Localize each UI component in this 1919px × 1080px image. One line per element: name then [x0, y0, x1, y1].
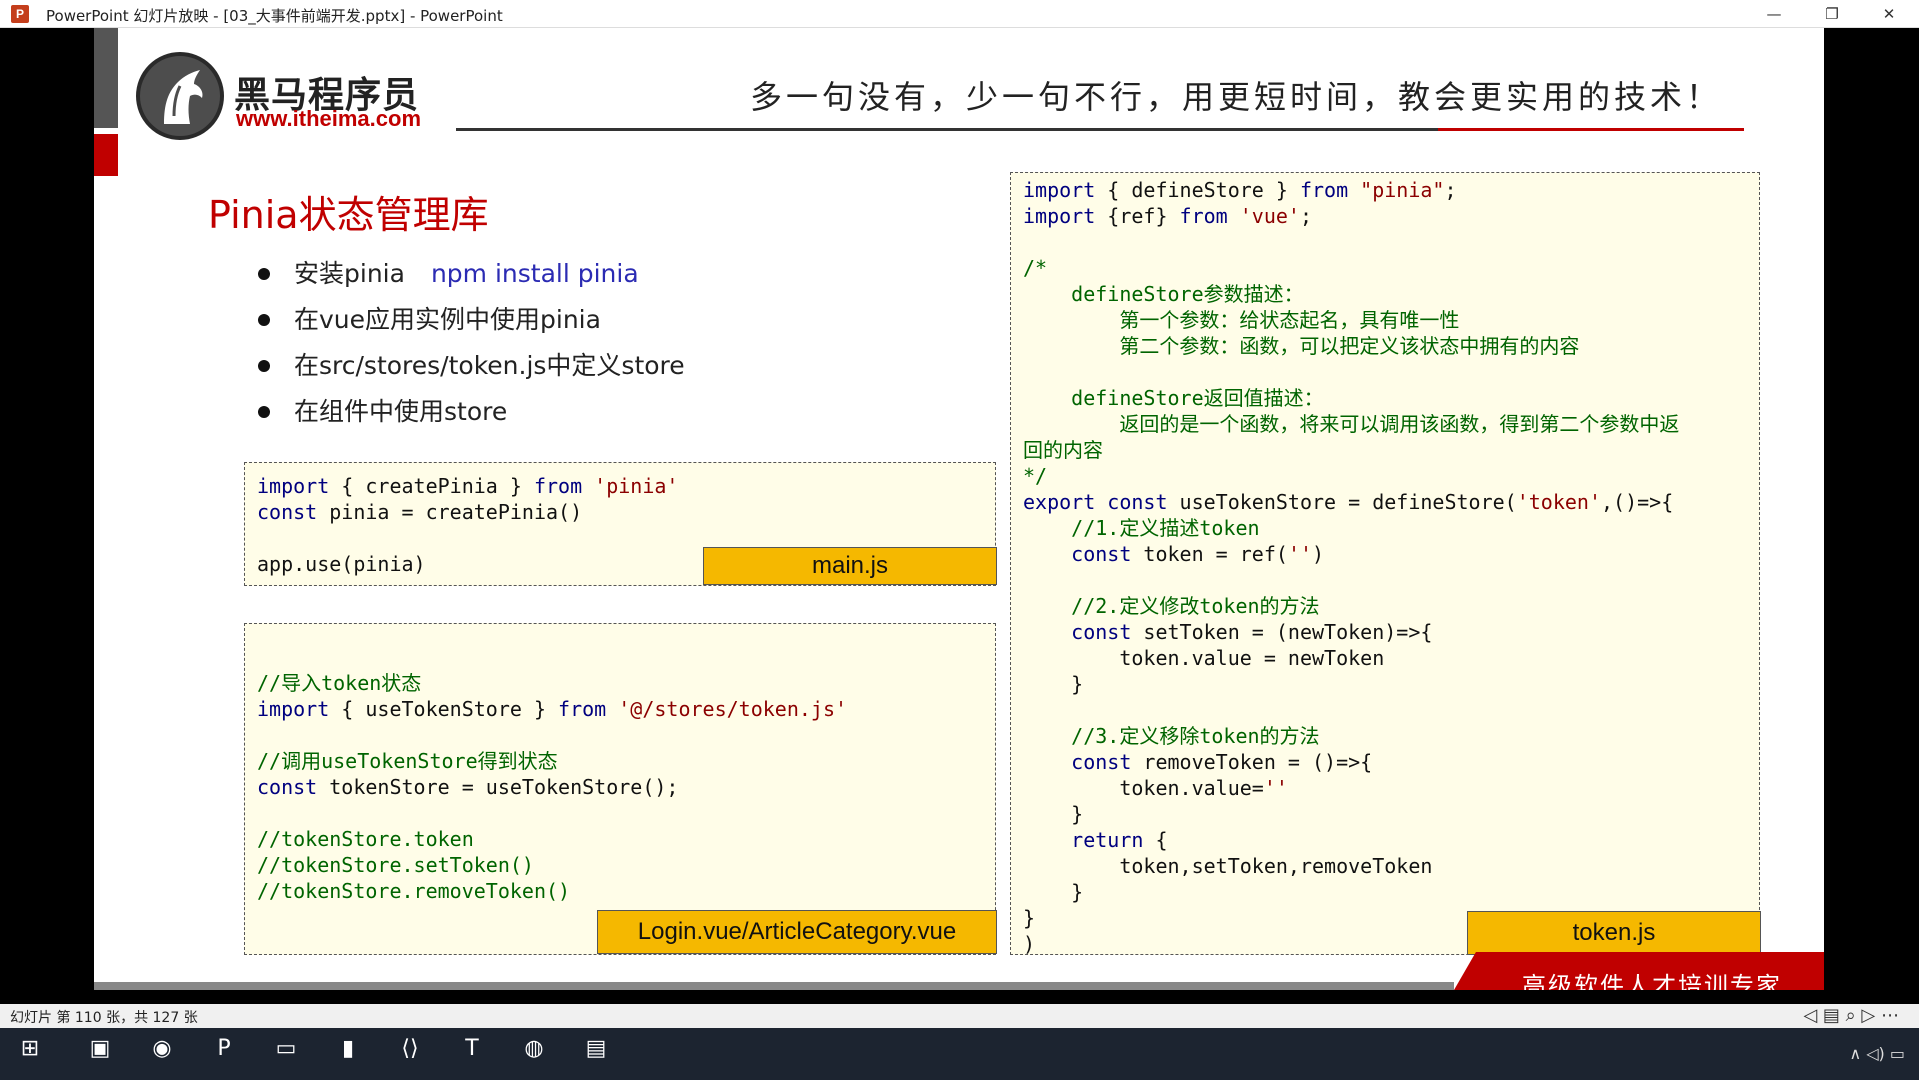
- install-command: npm install pinia: [430, 259, 639, 288]
- footer-bar: [94, 982, 1454, 990]
- system-tray[interactable]: ∧ ◁) ▭: [1849, 1044, 1905, 1063]
- taskbar-app-icon[interactable]: ▭: [266, 1036, 306, 1072]
- taskbar-app-icon[interactable]: ▣: [80, 1036, 120, 1072]
- login-vue-file-label: Login.vue/ArticleCategory.vue: [597, 910, 997, 954]
- bullet-dot-icon: [258, 360, 270, 372]
- powerpoint-icon: P: [11, 5, 29, 23]
- slide-accent-gray: [94, 28, 118, 128]
- logo-url: www.itheima.com: [236, 106, 422, 131]
- start-icon[interactable]: ⊞: [10, 1036, 50, 1072]
- close-button[interactable]: ✕: [1866, 0, 1912, 28]
- taskbar-app-icon[interactable]: T: [452, 1036, 492, 1072]
- login-vue-code: //导入token状态 import { useTokenStore } fro…: [257, 671, 848, 903]
- bullet-dot-icon: [258, 268, 270, 280]
- bullet-text: 在vue应用实例中使用pinia: [294, 305, 601, 334]
- main-js-file-label: main.js: [703, 547, 997, 585]
- main-js-code: import { createPinia } from 'pinia' cons…: [257, 474, 679, 576]
- taskbar: ⊞ ▣ ◉ P ▭ ▮ ⟨⟩ T ◍ ▤ ∧ ◁) ▭: [0, 1028, 1919, 1080]
- token-js-file-label: token.js: [1467, 911, 1761, 955]
- token-js-code: import { defineStore } from "pinia"; imp…: [1023, 178, 1680, 956]
- bullet-item: 在vue应用实例中使用pinia: [258, 300, 685, 346]
- taskbar-app-icon[interactable]: ▮: [328, 1036, 368, 1072]
- taskbar-app-icon[interactable]: P: [204, 1036, 244, 1072]
- bullet-text: 安装pinia: [294, 259, 405, 288]
- login-vue-code-box: //导入token状态 import { useTokenStore } fro…: [244, 623, 997, 955]
- header-slogan: 多一句没有，少一句不行，用更短时间，教会更实用的技术！: [750, 78, 1723, 116]
- header-divider-accent: [1438, 128, 1744, 131]
- footer-slogan: 高级软件人才培训专家: [1522, 972, 1782, 990]
- main-js-code-box: import { createPinia } from 'pinia' cons…: [244, 462, 997, 586]
- window-titlebar: P PowerPoint 幻灯片放映 - [03_大事件前端开发.pptx] -…: [0, 0, 1919, 28]
- taskbar-app-icon[interactable]: ◉: [142, 1036, 182, 1072]
- window-title: PowerPoint 幻灯片放映 - [03_大事件前端开发.pptx] - P…: [46, 7, 503, 25]
- bullet-item: 在src/stores/token.js中定义store: [258, 346, 685, 392]
- taskbar-app-icon[interactable]: ◍: [514, 1036, 554, 1072]
- bullet-list: 安装pinia npm install pinia 在vue应用实例中使用pini…: [258, 254, 685, 438]
- bullet-dot-icon: [258, 314, 270, 326]
- logo-icon: [136, 52, 224, 140]
- minimize-button[interactable]: —: [1751, 0, 1797, 28]
- bullet-item: 安装pinia npm install pinia: [258, 254, 685, 300]
- horse-icon: [164, 70, 203, 124]
- bullet-text: 在src/stores/token.js中定义store: [294, 351, 685, 380]
- slide-accent-red: [94, 134, 118, 176]
- bullet-text: 在组件中使用store: [294, 397, 508, 426]
- slide-title: Pinia状态管理库: [208, 193, 489, 237]
- slide-counter: 幻灯片 第 110 张，共 127 张: [10, 1010, 198, 1026]
- slide-canvas[interactable]: 黑马程序员 www.itheima.com 多一句没有，少一句不行，用更短时间，…: [94, 28, 1824, 990]
- bullet-dot-icon: [258, 406, 270, 418]
- token-js-code-box: import { defineStore } from "pinia"; imp…: [1010, 172, 1761, 956]
- slideshow-controls[interactable]: ◁ ▤ ⌕ ▷ ⋯: [1803, 1005, 1899, 1026]
- status-bar: 幻灯片 第 110 张，共 127 张 ◁ ▤ ⌕ ▷ ⋯: [0, 1004, 1919, 1028]
- taskbar-app-icon[interactable]: ▤: [576, 1036, 616, 1072]
- bullet-item: 在组件中使用store: [258, 392, 685, 438]
- taskbar-app-icon[interactable]: ⟨⟩: [390, 1036, 430, 1072]
- restore-button[interactable]: ❐: [1809, 0, 1855, 28]
